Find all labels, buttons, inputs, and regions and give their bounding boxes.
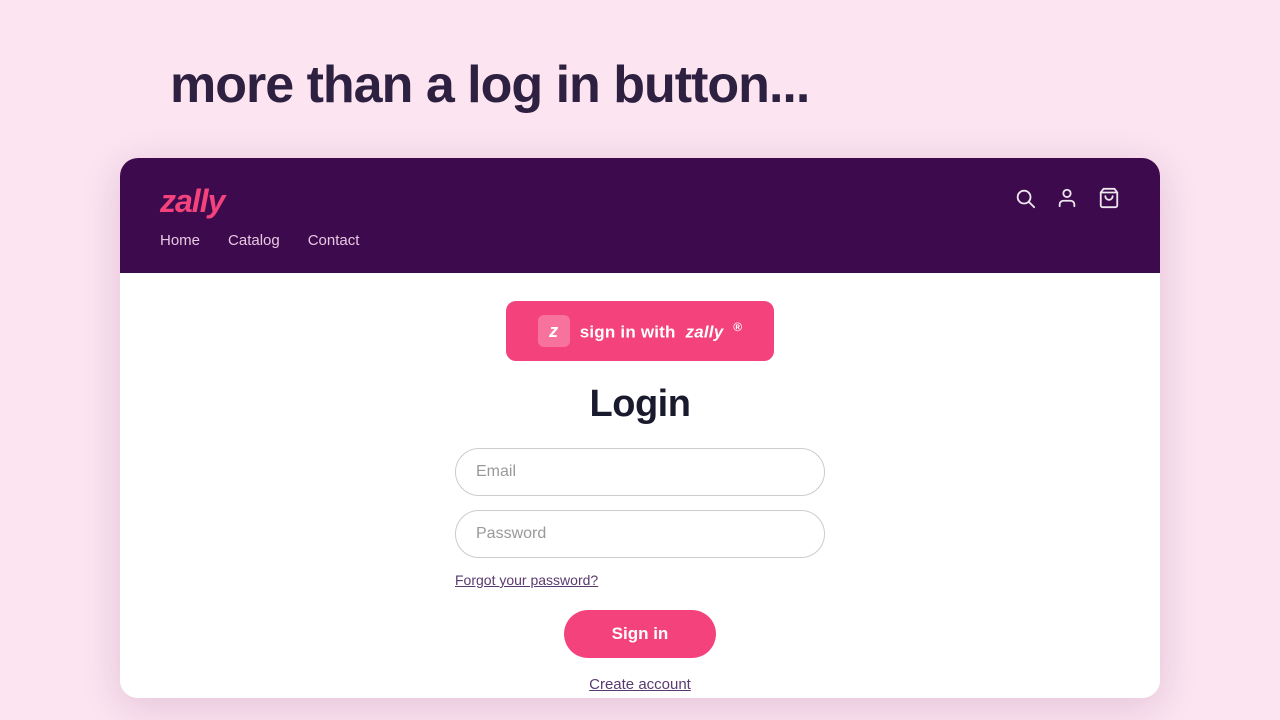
- forgot-password-link[interactable]: Forgot your password?: [455, 572, 598, 588]
- sign-in-button[interactable]: Sign in: [564, 610, 717, 658]
- search-icon[interactable]: [1014, 187, 1036, 215]
- user-icon[interactable]: [1056, 187, 1078, 215]
- login-heading: Login: [590, 383, 691, 426]
- cart-icon[interactable]: [1098, 187, 1120, 215]
- create-account-link[interactable]: Create account: [589, 676, 691, 693]
- nav-link-contact[interactable]: Contact: [308, 232, 360, 249]
- login-content: z sign in with zally ® Login Forgot your…: [120, 273, 1160, 698]
- navbar: zally: [120, 158, 1160, 273]
- nav-link-home[interactable]: Home: [160, 232, 200, 249]
- logo[interactable]: zally: [160, 183, 224, 220]
- browser-card: zally: [120, 158, 1160, 698]
- password-input[interactable]: [455, 510, 825, 558]
- nav-link-catalog[interactable]: Catalog: [228, 232, 280, 249]
- navbar-icons: [1014, 187, 1120, 215]
- zally-button-icon: z: [538, 315, 570, 347]
- page-tagline: more than a log in button...: [170, 55, 809, 115]
- email-input[interactable]: [455, 448, 825, 496]
- navbar-links: Home Catalog Contact: [160, 232, 1120, 249]
- navbar-top: zally: [160, 183, 1120, 220]
- zally-button-text: sign in with zally ®: [580, 320, 743, 343]
- zally-signin-button[interactable]: z sign in with zally ®: [506, 301, 775, 361]
